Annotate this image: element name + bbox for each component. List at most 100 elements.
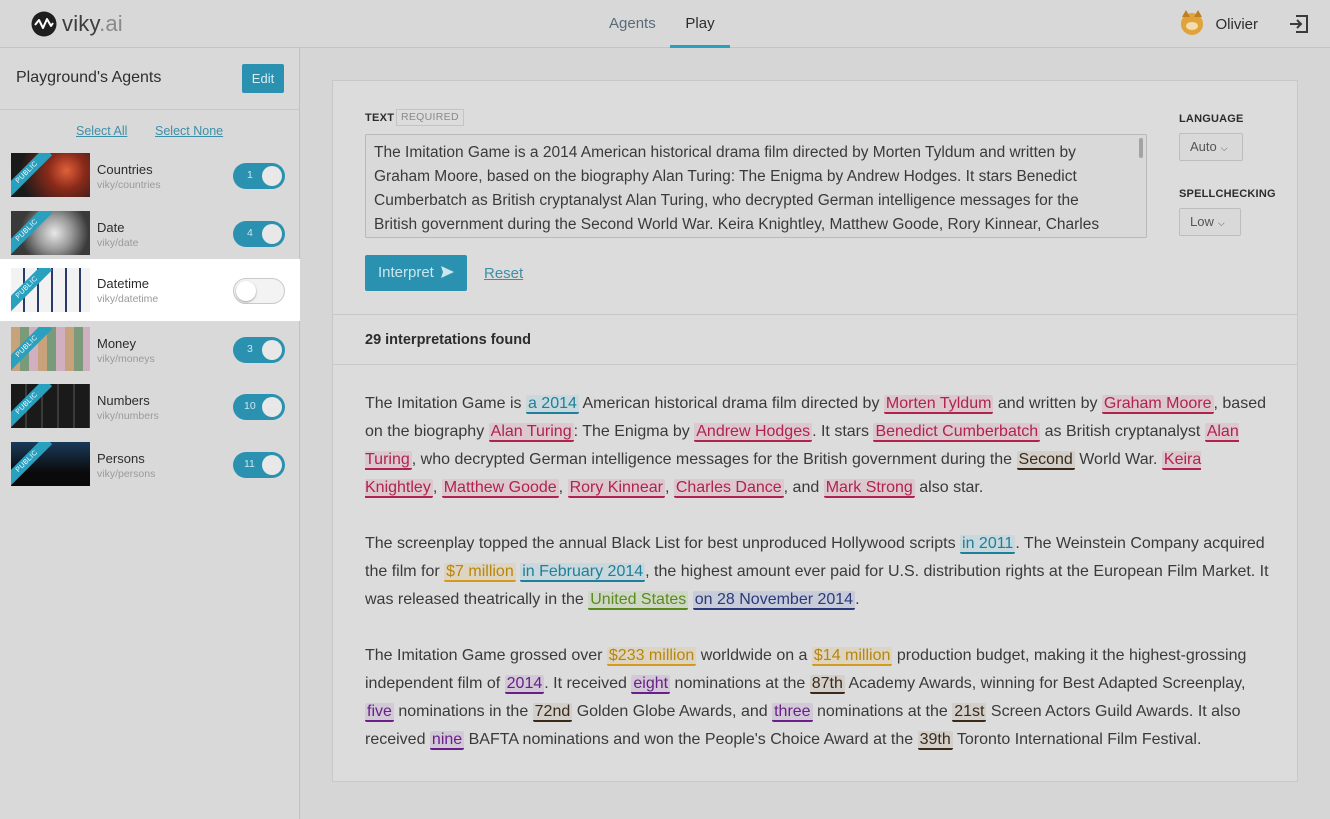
entity-person[interactable]: Graham Moore — [1101, 395, 1214, 414]
logo[interactable]: viky.ai — [30, 10, 123, 38]
agent-name: Datetime — [97, 276, 150, 291]
user-menu[interactable]: Olivier — [1181, 10, 1258, 36]
result-text: BAFTA nominations and won the People's C… — [464, 731, 918, 748]
result-paragraph: The Imitation Game grossed over $233 mil… — [365, 642, 1275, 754]
agent-item-datetime[interactable]: PUBLIC Datetime viky/datetime — [0, 259, 300, 321]
interpretation-count: 3 — [247, 343, 253, 355]
reset-link[interactable]: Reset — [484, 265, 523, 282]
result-text: worldwide on a — [696, 647, 812, 664]
tab-play[interactable]: Play — [670, 0, 730, 48]
agent-thumbnail: PUBLIC — [11, 442, 90, 486]
result-text: , who decrypted German intelligence mess… — [411, 451, 1017, 468]
sidebar-header: Playground's Agents Edit — [0, 48, 299, 110]
result-text: The Imitation Game grossed over — [365, 647, 607, 664]
result-text: : The Enigma by — [573, 423, 695, 440]
select-all-link[interactable]: Select All — [76, 124, 127, 138]
agent-name: Persons — [97, 451, 145, 466]
result-text: nominations in the — [393, 703, 533, 720]
agent-name: Date — [97, 220, 125, 235]
entity-person[interactable]: Rory Kinnear — [567, 479, 665, 498]
agent-item-numbers[interactable]: PUBLIC Numbers viky/numbers 10 — [0, 379, 300, 437]
public-badge: PUBLIC — [11, 384, 53, 428]
send-icon — [441, 266, 455, 278]
result-text: nominations at the — [812, 703, 953, 720]
result-text: also star. — [914, 479, 984, 496]
agent-thumbnail: PUBLIC — [11, 384, 90, 428]
agent-slug: viky/moneys — [97, 353, 155, 365]
result-text: Academy Awards, winning for Best Adapted… — [844, 675, 1246, 692]
logo-text: viky.ai — [62, 11, 123, 36]
agent-item-persons[interactable]: PUBLIC Persons viky/persons 11 — [0, 437, 300, 495]
entity-country[interactable]: United States — [588, 591, 689, 610]
entity-person[interactable]: Charles Dance — [673, 479, 784, 498]
agent-slug: viky/countries — [97, 179, 161, 191]
text-label: TEXT — [365, 112, 395, 124]
result-text: , — [664, 479, 674, 496]
entity-money[interactable]: $233 million — [606, 647, 697, 666]
public-badge: PUBLIC — [11, 268, 53, 312]
spellchecking-select[interactable]: Low ⌵ — [1179, 208, 1241, 236]
entity-money[interactable]: $7 million — [444, 563, 516, 582]
entity-date[interactable]: a 2014 — [525, 395, 579, 414]
agent-toggle[interactable]: 10 — [233, 394, 285, 420]
entity-word-number[interactable]: 2014 — [504, 675, 545, 694]
entity-word-number[interactable]: three — [772, 703, 813, 722]
playground-panel: TEXT REQUIRED The Imitation Game is a 20… — [332, 80, 1298, 782]
selection-links: Select All Select None — [0, 124, 300, 142]
entity-word-number[interactable]: eight — [631, 675, 671, 694]
agent-item-countries[interactable]: PUBLIC Countries viky/countries 1 — [0, 148, 300, 206]
agent-thumbnail: PUBLIC — [11, 153, 90, 197]
sidebar-title: Playground's Agents — [16, 69, 162, 86]
agent-item-date[interactable]: PUBLIC Date viky/date 4 — [0, 206, 300, 264]
entity-number[interactable]: 21st — [952, 703, 987, 722]
result-text: The Imitation Game is — [365, 395, 526, 412]
result-paragraph: The Imitation Game is a 2014 American hi… — [365, 390, 1275, 502]
agent-toggle[interactable]: 1 — [233, 163, 285, 189]
entity-person[interactable]: Matthew Goode — [441, 479, 559, 498]
result-paragraph: The screenplay topped the annual Black L… — [365, 530, 1275, 614]
agent-toggle[interactable]: 11 — [233, 452, 285, 478]
entity-date[interactable]: in 2011 — [960, 535, 1016, 554]
result-text: . It stars — [812, 423, 874, 440]
entity-person[interactable]: Benedict Cumberbatch — [873, 423, 1041, 442]
entity-word-number[interactable]: five — [365, 703, 394, 722]
entity-number[interactable]: Second — [1016, 451, 1075, 470]
select-none-link[interactable]: Select None — [155, 124, 223, 138]
logout-icon[interactable] — [1288, 13, 1310, 35]
interpretation-count: 4 — [247, 227, 253, 239]
entity-person[interactable]: Andrew Hodges — [694, 423, 813, 442]
agent-item-money[interactable]: PUBLIC Money viky/moneys 3 — [0, 322, 300, 380]
agent-name: Countries — [97, 162, 153, 177]
entity-person[interactable]: Morten Tyldum — [883, 395, 994, 414]
agent-toggle[interactable]: 3 — [233, 337, 285, 363]
public-badge: PUBLIC — [11, 327, 53, 371]
language-select[interactable]: Auto ⌵ — [1179, 133, 1243, 161]
entity-datetime[interactable]: on 28 November 2014 — [692, 591, 856, 610]
interpretation-count: 11 — [244, 458, 255, 470]
entity-number[interactable]: 39th — [917, 731, 953, 750]
entity-person[interactable]: Alan Turing — [488, 423, 574, 442]
avatar — [1181, 10, 1204, 35]
entity-number[interactable]: 87th — [809, 675, 845, 694]
logo-mark-icon — [31, 11, 57, 37]
text-input-value: The Imitation Game is a 2014 American hi… — [374, 144, 1100, 233]
divider — [333, 314, 1297, 315]
entity-money[interactable]: $14 million — [811, 647, 893, 666]
result-text: . It received — [544, 675, 632, 692]
agent-toggle[interactable] — [233, 278, 285, 304]
entity-date[interactable]: in February 2014 — [520, 563, 646, 582]
interpret-button[interactable]: Interpret — [365, 255, 467, 291]
text-input[interactable]: The Imitation Game is a 2014 American hi… — [365, 134, 1147, 238]
result-text: and written by — [993, 395, 1102, 412]
agent-thumbnail: PUBLIC — [11, 211, 90, 255]
tab-agents[interactable]: Agents — [609, 0, 656, 48]
textarea-scrollbar[interactable] — [1139, 138, 1143, 158]
entity-person[interactable]: Mark Strong — [823, 479, 915, 498]
public-badge: PUBLIC — [11, 211, 53, 255]
entity-word-number[interactable]: nine — [429, 731, 465, 750]
entity-number[interactable]: 72nd — [532, 703, 573, 722]
result-text: American historical drama film directed … — [578, 395, 884, 412]
edit-button[interactable]: Edit — [242, 64, 284, 93]
agent-toggle[interactable]: 4 — [233, 221, 285, 247]
agent-name: Numbers — [97, 393, 150, 408]
